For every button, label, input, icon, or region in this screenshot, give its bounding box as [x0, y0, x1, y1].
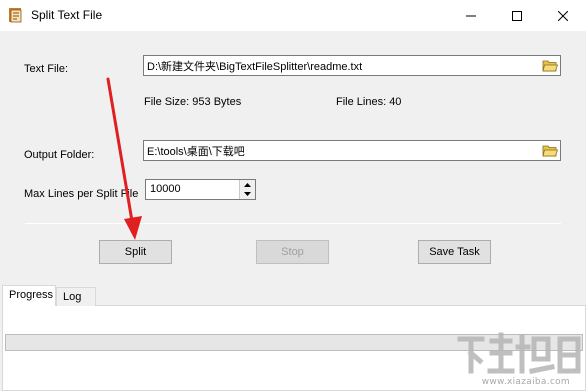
minimize-button[interactable] — [448, 0, 494, 31]
output-folder-label: Output Folder: — [24, 149, 95, 161]
folder-open-icon — [542, 60, 558, 72]
file-lines-text: File Lines: 40 — [336, 96, 402, 108]
browse-text-file-button[interactable] — [540, 56, 560, 75]
window-client-area: Text File: D:\新建文件夹\BigTextFileSplitter\… — [0, 31, 586, 391]
chevron-down-icon — [244, 192, 251, 196]
output-folder-input[interactable]: E:\tools\桌面\下载吧 — [143, 140, 561, 161]
divider — [25, 223, 561, 224]
folder-open-icon — [542, 145, 558, 157]
stepper-down-button[interactable] — [239, 189, 255, 199]
tab-progress[interactable]: Progress — [2, 285, 56, 306]
close-icon — [558, 10, 568, 21]
max-lines-value[interactable]: 10000 — [150, 183, 181, 195]
max-lines-stepper[interactable]: 10000 — [145, 179, 256, 200]
close-button[interactable] — [540, 0, 586, 31]
file-size-text: File Size: 953 Bytes — [144, 96, 242, 108]
maximize-button[interactable] — [494, 0, 540, 31]
chevron-up-icon — [244, 182, 251, 187]
browse-output-folder-button[interactable] — [540, 141, 560, 160]
watermark-text: www.xiazaiba.com — [481, 377, 570, 387]
max-lines-label: Max Lines per Split File — [24, 188, 139, 200]
app-document-icon — [8, 7, 24, 23]
title-bar: Split Text File — [0, 0, 586, 31]
text-file-input[interactable]: D:\新建文件夹\BigTextFileSplitter\readme.txt — [143, 55, 561, 76]
tab-log[interactable]: Log — [56, 287, 96, 306]
split-button[interactable]: Split — [99, 240, 172, 264]
maximize-icon — [512, 10, 522, 21]
save-task-button[interactable]: Save Task — [418, 240, 491, 264]
watermark-logo: www.xiazaiba.com — [452, 331, 582, 387]
stop-button[interactable]: Stop — [256, 240, 329, 264]
window-title: Split Text File — [31, 8, 103, 22]
text-file-label: Text File: — [24, 63, 69, 75]
minimize-icon — [466, 15, 476, 16]
